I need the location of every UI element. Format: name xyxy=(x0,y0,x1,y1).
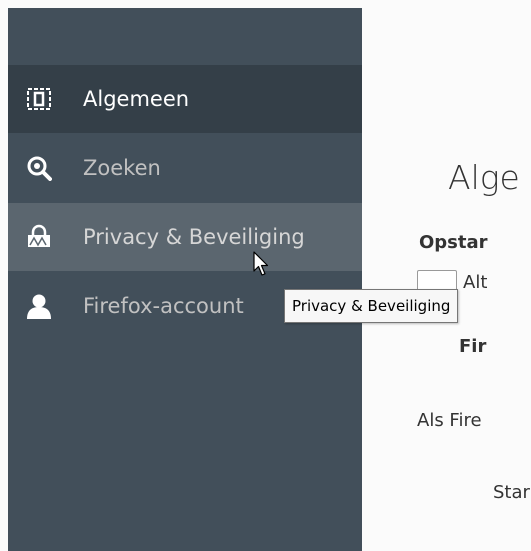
tooltip: Privacy & Beveiliging xyxy=(284,289,459,323)
account-icon xyxy=(26,293,52,319)
sidebar-item-label: Algemeen xyxy=(83,87,190,111)
lock-icon xyxy=(26,224,52,250)
page-title: Alge xyxy=(448,158,520,197)
section-heading-startup: Opstar xyxy=(419,232,488,253)
mouse-cursor-icon xyxy=(253,251,269,276)
main-content: Alge Opstar Alt Fir Als Fire Star xyxy=(362,8,531,551)
start-text: Star xyxy=(493,482,530,503)
sidebar-item-general[interactable]: Algemeen xyxy=(8,65,362,133)
firefox-heading: Fir xyxy=(459,336,487,357)
sidebar-item-label: Privacy & Beveiliging xyxy=(83,225,305,249)
checkbox-label: Alt xyxy=(463,272,488,293)
general-icon xyxy=(26,86,52,112)
sidebar-item-search[interactable]: Zoeken xyxy=(8,134,362,202)
sidebar-item-privacy[interactable]: Privacy & Beveiliging xyxy=(8,203,362,271)
sidebar-item-label: Firefox-account xyxy=(83,294,244,318)
search-icon xyxy=(26,155,52,181)
description-text: Als Fire xyxy=(417,410,482,431)
sidebar-item-label: Zoeken xyxy=(83,156,161,180)
preferences-sidebar: Algemeen Zoeken Privacy & Beveiliging Fi… xyxy=(8,8,362,551)
